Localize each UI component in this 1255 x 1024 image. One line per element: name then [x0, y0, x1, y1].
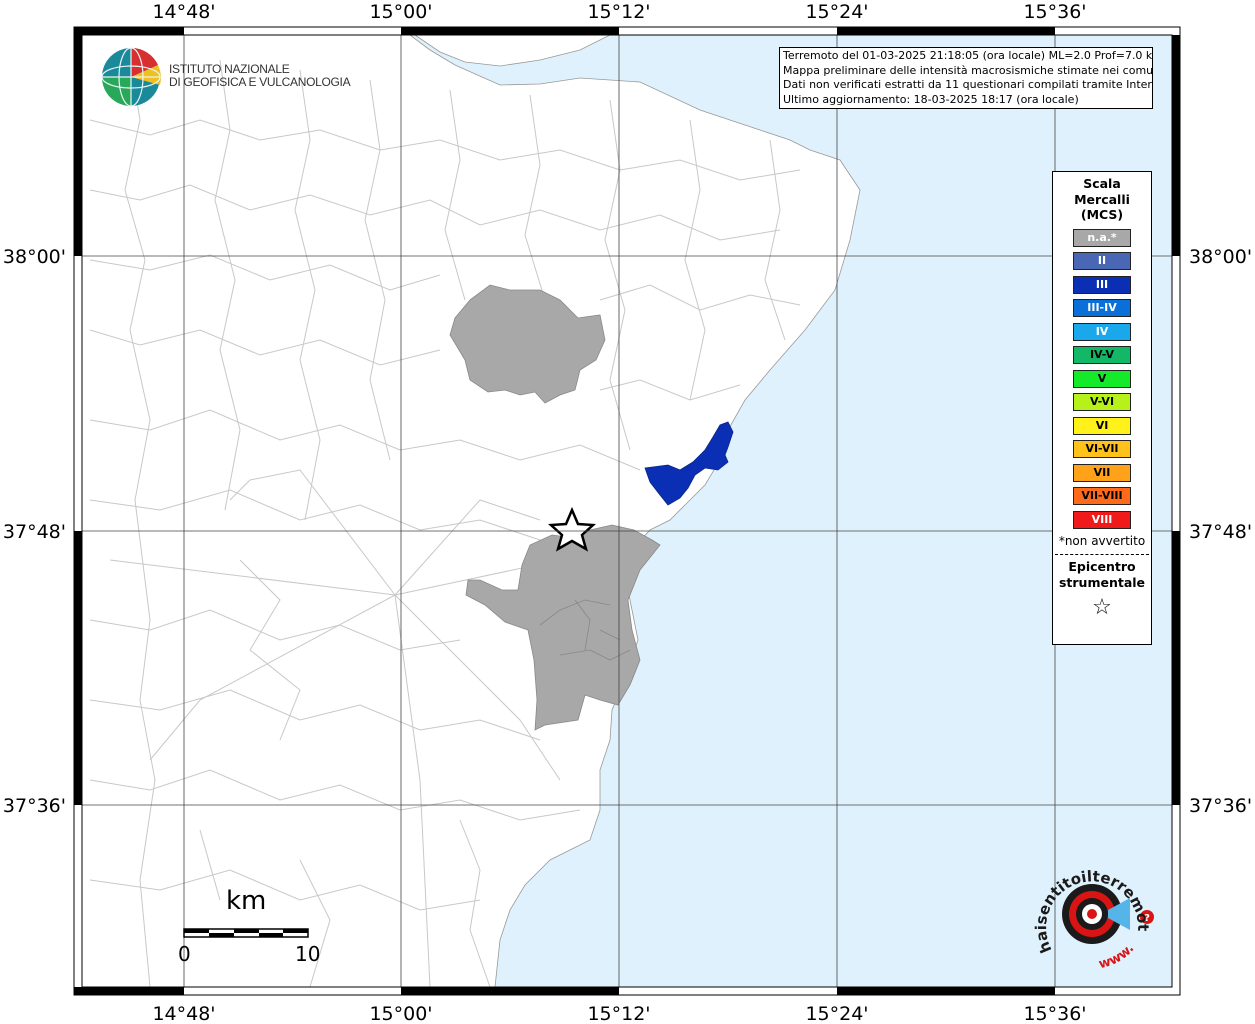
ingv-logo-line2: DI GEOFISICA E VULCANOLOGIA	[169, 75, 351, 89]
legend-epicenter-title: Epicentro strumentale	[1053, 559, 1151, 591]
legend-item: VI-VII	[1073, 440, 1131, 458]
legend-item: IV	[1073, 322, 1131, 341]
legend-item: VII	[1073, 463, 1131, 482]
lon-label-bottom: 15°00'	[369, 1003, 432, 1024]
lon-label-bottom: 15°24'	[805, 1003, 868, 1024]
lon-label-top: 15°00'	[369, 1, 432, 23]
legend-item: VIII	[1073, 510, 1131, 529]
legend-title: Scala Mercalli (MCS)	[1053, 176, 1151, 223]
legend-items: n.a.* II III III-IV IV IV-V V V-VI VI VI-VII VII VI…	[1053, 228, 1151, 529]
legend-item: III-IV	[1073, 299, 1131, 317]
mcs-legend: Scala Mercalli (MCS) n.a.* II III III-IV IV I…	[1052, 171, 1152, 645]
legend-epicenter-line1: Epicentro	[1068, 559, 1136, 574]
legend-item: II	[1073, 252, 1131, 270]
lat-label-right: 37°36'	[1189, 795, 1252, 817]
legend-item: V-VI	[1073, 393, 1131, 411]
lat-label-left: 37°48'	[3, 521, 66, 543]
scale-min: 0	[178, 942, 191, 966]
lon-label-top: 15°12'	[587, 1, 650, 23]
legend-title-line2: Mercalli	[1074, 191, 1130, 207]
lon-label-bottom: 15°36'	[1023, 1003, 1086, 1024]
scale-bar	[183, 928, 309, 938]
lon-label-top: 15°36'	[1023, 1, 1086, 23]
scale-unit: km	[226, 886, 267, 916]
legend-item: n.a.*	[1073, 228, 1131, 247]
legend-item: IV-V	[1073, 346, 1131, 364]
info-line-2: Mappa preliminare delle intensità macros…	[783, 63, 1153, 77]
lat-label-left: 37°36'	[3, 795, 66, 817]
lat-label-right: 37°48'	[1189, 521, 1252, 543]
legend-title-line3: (MCS)	[1080, 207, 1124, 222]
earthquake-info-box: Terremoto del 01-03-2025 21:18:05 (ora l…	[779, 47, 1153, 109]
legend-item: V	[1073, 369, 1131, 388]
legend-item: VII-VIII	[1073, 487, 1131, 505]
lon-label-top: 15°24'	[805, 1, 868, 23]
info-line-1: Terremoto del 01-03-2025 21:18:05 (ora l…	[783, 49, 1153, 62]
lon-label-top: 14°48'	[152, 1, 215, 23]
lon-label-bottom: 14°48'	[152, 1003, 215, 1024]
scale-max: 10	[295, 942, 321, 966]
ingv-logo-text: ISTITUTO NAZIONALE DI GEOFISICA E VULCAN…	[169, 63, 351, 89]
info-line-3: Dati non verificati estratti da 11 quest…	[783, 78, 1153, 91]
lat-label-left: 38°00'	[3, 246, 66, 268]
legend-item: III	[1073, 275, 1131, 294]
info-line-4: Ultimo aggiornamento: 18-03-2025 18:17 (…	[783, 92, 1079, 106]
lon-label-bottom: 15°12'	[587, 1003, 650, 1024]
legend-separator	[1055, 554, 1149, 555]
legend-note: *non avvertito	[1058, 534, 1146, 548]
legend-item: VI	[1073, 416, 1131, 435]
legend-title-line1: Scala	[1083, 176, 1121, 191]
legend-epicenter-line2: strumentale	[1058, 575, 1146, 590]
legend-star-icon: ☆	[1092, 595, 1112, 620]
lat-label-right: 38°00'	[1189, 246, 1252, 268]
